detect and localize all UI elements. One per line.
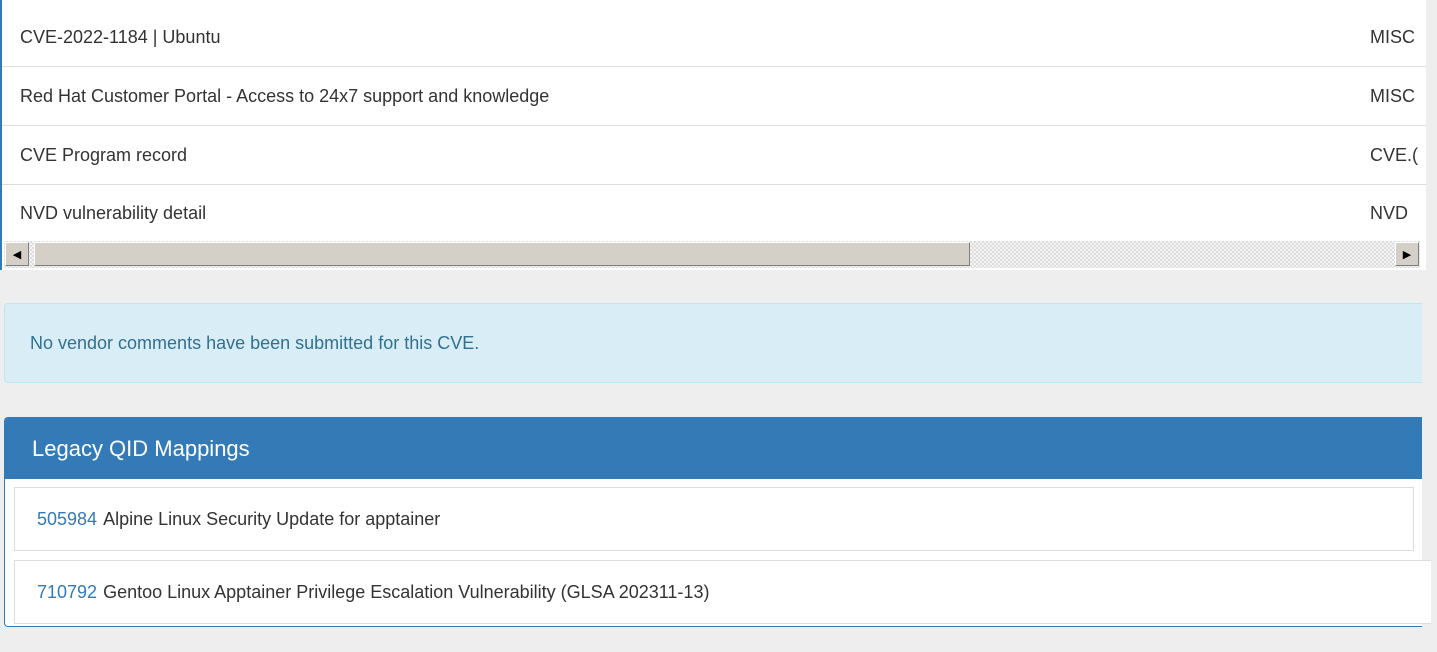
reference-row: NVD vulnerability detail NVD [2,184,1426,242]
qid-title: Gentoo Linux Apptainer Privilege Escalat… [103,581,710,602]
qid-link[interactable]: 505984 [37,509,97,530]
reference-source: CVE.( [1370,144,1419,165]
scroll-right-arrow-icon[interactable]: ▶ [1395,242,1419,266]
reference-title[interactable]: Red Hat Customer Portal - Access to 24x7… [20,86,549,107]
legacy-qid-heading: Legacy QID Mappings [5,418,1422,479]
reference-source: MISC [1370,85,1415,106]
scroll-left-arrow-icon[interactable]: ◀ [5,242,29,266]
qid-title: Alpine Linux Security Update for apptain… [103,508,441,529]
scrollbar-thumb[interactable] [34,242,970,266]
reference-row: CVE Program record CVE.( [2,126,1426,185]
reference-row: Red Hat Customer Portal - Access to 24x7… [2,67,1426,126]
qid-list-item: 710792 Gentoo Linux Apptainer Privilege … [14,560,1431,624]
vendor-comments-alert: No vendor comments have been submitted f… [4,303,1422,383]
reference-row: CVE-2022-1184 | Ubuntu MISC [2,8,1426,67]
references-table: CVE-2022-1184 | Ubuntu MISC Red Hat Cust… [0,0,1426,270]
reference-source: NVD [1370,202,1409,223]
reference-source: MISC [1370,26,1415,47]
legacy-qid-panel: Legacy QID Mappings 505984 Alpine Linux … [4,417,1431,627]
reference-title[interactable]: NVD vulnerability detail [20,203,206,224]
reference-title[interactable]: CVE-2022-1184 | Ubuntu [20,27,220,48]
vendor-comments-message: No vendor comments have been submitted f… [30,332,480,353]
horizontal-scrollbar[interactable]: ◀ ▶ [4,241,1420,268]
qid-link[interactable]: 710792 [37,582,97,603]
reference-title[interactable]: CVE Program record [20,145,187,166]
qid-list-item: 505984 Alpine Linux Security Update for … [14,487,1414,551]
